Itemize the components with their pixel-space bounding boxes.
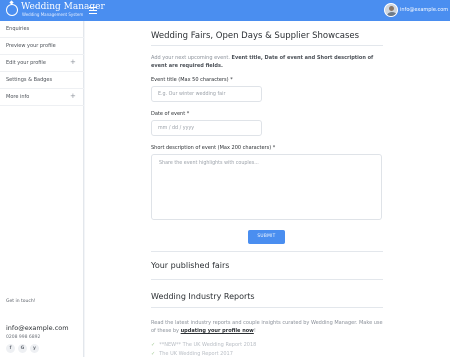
submit-button[interactable]: SUBMIT: [248, 230, 285, 244]
sidebar-item-label: Preview your profile: [6, 43, 56, 49]
check-icon: ✓: [151, 351, 156, 357]
reports-link-suffix: !: [253, 328, 256, 334]
hamburger-menu-icon[interactable]: [89, 7, 97, 14]
page-title: Wedding Fairs, Open Days & Supplier Show…: [151, 31, 360, 41]
industry-reports-title: Wedding Industry Reports: [151, 292, 255, 301]
sidebar-item-label: More info: [6, 94, 30, 100]
report-item[interactable]: ✓ The UK Wedding Report 2017: [151, 351, 233, 357]
twitter-icon[interactable]: y: [30, 344, 39, 353]
sidebar-item-enquiries[interactable]: Enquiries: [0, 21, 84, 38]
divider: [151, 279, 383, 280]
divider: [151, 307, 383, 308]
event-title-label: Event title (Max 50 characters) *: [151, 77, 233, 83]
event-date-input[interactable]: mm / dd / yyyy: [151, 120, 262, 136]
main-content: Wedding Fairs, Open Days & Supplier Show…: [85, 21, 450, 357]
sidebar-item-label: Enquiries: [6, 26, 30, 32]
sidebar-item-preview-profile[interactable]: Preview your profile: [0, 38, 84, 55]
report-item[interactable]: ✓ **NEW** The UK Wedding Report 2018: [151, 342, 256, 348]
brand-tagline: Wedding Management System: [22, 12, 84, 17]
plus-icon: +: [70, 92, 76, 100]
report-item-label: The UK Wedding Report 2017: [159, 351, 233, 357]
divider: [151, 45, 383, 46]
check-icon: ✓: [151, 342, 156, 348]
event-date-label: Date of event *: [151, 111, 190, 117]
brand-logo[interactable]: Wedding Manager Wedding Management Syste…: [6, 2, 105, 19]
contact-email-link[interactable]: info@example.com: [6, 324, 69, 332]
top-bar: Wedding Manager Wedding Management Syste…: [0, 0, 450, 21]
intro-plain: Add your next upcoming event.: [151, 55, 230, 61]
published-fairs-title: Your published fairs: [151, 261, 230, 270]
sidebar-item-label: Settings & Badges: [6, 77, 53, 83]
plus-icon: +: [70, 58, 76, 66]
event-description-label: Short description of event (Max 200 char…: [151, 145, 276, 151]
sidebar-item-label: Edit your profile: [6, 60, 46, 66]
contact-phone: 0208 998 6892: [6, 335, 41, 340]
avatar[interactable]: [384, 3, 398, 17]
reports-description: Read the latest industry reports and cou…: [151, 319, 387, 335]
divider: [151, 251, 383, 252]
sidebar-item-settings-badges[interactable]: Settings & Badges: [0, 72, 84, 89]
event-description-textarea[interactable]: Share the event highlights with couples.…: [151, 154, 382, 220]
ring-icon: [6, 4, 18, 16]
facebook-icon[interactable]: f: [6, 344, 15, 353]
sidebar: Enquiries Preview your profile Edit your…: [0, 21, 84, 357]
report-item-label: **NEW** The UK Wedding Report 2018: [159, 342, 257, 348]
get-in-touch-label: Get in touch!: [6, 299, 36, 304]
event-title-input[interactable]: E.g. Our winter wedding fair: [151, 86, 262, 102]
user-email[interactable]: info@example.com: [400, 7, 448, 13]
intro-text: Add your next upcoming event. Event titl…: [151, 55, 385, 70]
update-profile-link[interactable]: updating your profile now: [181, 328, 254, 334]
sidebar-item-edit-profile[interactable]: Edit your profile +: [0, 55, 84, 72]
google-icon[interactable]: G: [18, 344, 27, 353]
sidebar-item-more-info[interactable]: More info +: [0, 89, 84, 106]
